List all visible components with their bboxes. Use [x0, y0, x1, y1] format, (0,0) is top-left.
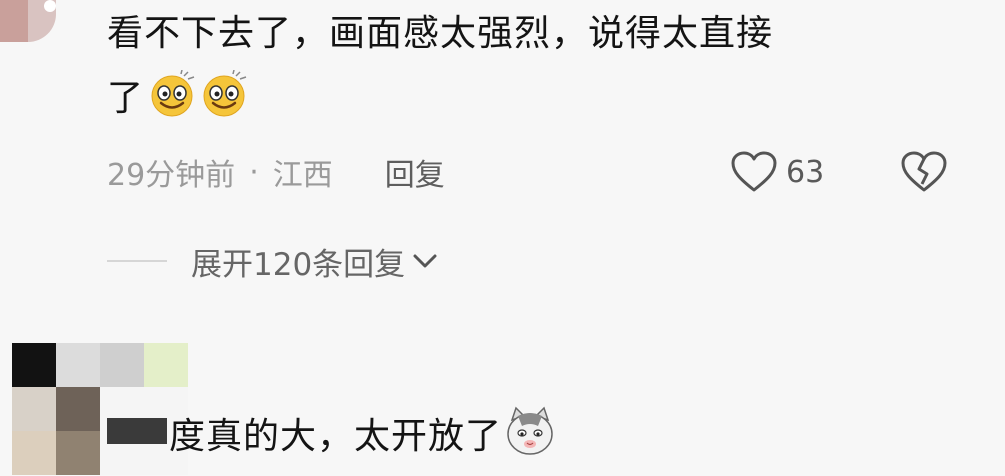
comment-meta: 29分钟前 · 江西 回复	[107, 150, 445, 194]
like-count: 63	[786, 154, 825, 190]
comment-text-tail: 了	[107, 78, 145, 119]
comment-text-body: 度真的大，太开放了	[169, 416, 503, 457]
chevron-down-icon	[413, 254, 437, 268]
heart-icon	[731, 151, 777, 192]
smile-emoji-icon	[200, 69, 248, 118]
comment-location: 江西	[272, 158, 333, 193]
avatar[interactable]	[0, 0, 56, 42]
divider-line	[107, 260, 167, 262]
comment-feed: 看不下去了，画面感太强烈，说得太直接 了 29分钟前 · 江西 回复 63 展开…	[0, 0, 1005, 476]
meta-separator: ·	[249, 154, 259, 190]
reply-button[interactable]: 回复	[385, 150, 445, 194]
cat-face-icon	[504, 406, 556, 458]
comment-text: 看不下去了，画面感太强烈，说得太直接	[107, 13, 774, 54]
smile-emoji-icon	[148, 69, 196, 118]
broken-heart-icon	[901, 151, 947, 192]
dislike-button[interactable]	[900, 150, 948, 198]
censor-bar	[107, 418, 167, 444]
expand-replies-button[interactable]: 展开120条回复	[107, 238, 439, 284]
like-button[interactable]: 63	[730, 150, 824, 194]
comment-text: 度真的大，太开放了	[107, 406, 556, 465]
comment-text-continued: 了	[107, 69, 248, 127]
expand-replies-label: 展开120条回复	[191, 246, 406, 283]
comment-time: 29分钟前	[107, 158, 236, 193]
